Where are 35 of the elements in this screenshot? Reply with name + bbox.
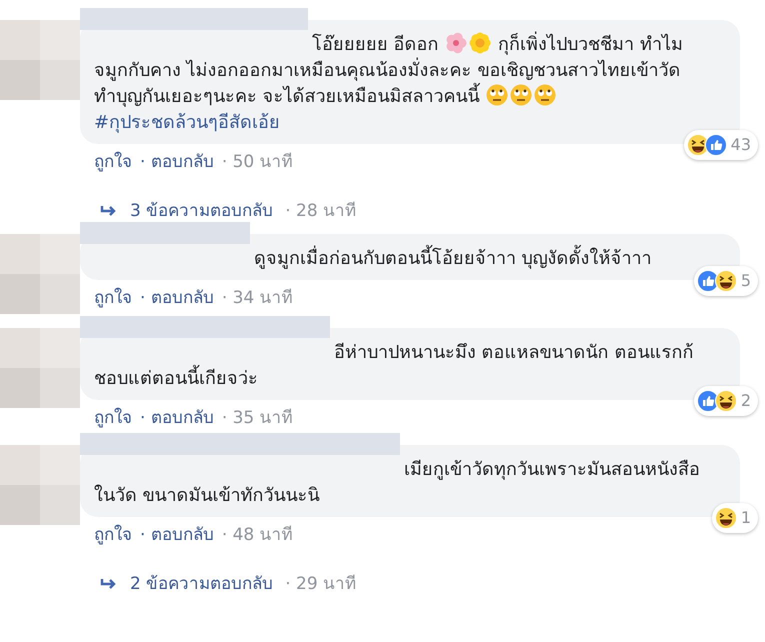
- hashtag-link[interactable]: #กุประชดล้วนๆอีสัดเอ้ย: [94, 112, 280, 133]
- comment-text: อีห่าบาปหนานะมึง ตอแหลขนาดนัก ตอนแรกก้ชอบแต่ตอนนี้เกียจว่ะ: [94, 342, 694, 388]
- laughing-face-icon: [714, 390, 737, 412]
- blossom-icon: [445, 32, 468, 54]
- eye-roll-face-icon: [486, 84, 508, 106]
- comment-time: · 48 นาที: [222, 524, 293, 547]
- reaction-count: 1: [740, 507, 752, 529]
- comment-time: · 34 นาที: [222, 286, 293, 310]
- comment-time: · 50 นาที: [222, 151, 293, 174]
- eye-roll-face-icon: [510, 84, 532, 106]
- reply-link[interactable]: · ตอบกลับ: [140, 523, 214, 548]
- replies-link[interactable]: 3 ข้อความตอบกลับ: [130, 198, 274, 224]
- reaction-count: 5: [740, 270, 752, 292]
- reaction-count: 2: [740, 390, 752, 412]
- like-reaction-icon: [704, 134, 727, 156]
- like-link[interactable]: ถูกใจ: [94, 406, 132, 431]
- reply-arrow-icon: [100, 204, 118, 218]
- reaction-count: 43: [730, 134, 752, 156]
- like-link[interactable]: ถูกใจ: [94, 150, 132, 176]
- laughing-face-icon: [714, 507, 737, 529]
- replies-link[interactable]: 2 ข้อความตอบกลับ: [130, 572, 274, 598]
- sunflower-icon: [469, 32, 492, 54]
- reply-time: · 29 นาที: [285, 572, 356, 596]
- reply-time: · 28 นาที: [285, 200, 356, 223]
- comment-text: เมียกูเข้าวัดทุกวันเพราะมันสอนหนังสือในวัด ขนาดมันเข้าทักวันนะนิ: [94, 459, 700, 506]
- like-link[interactable]: ถูกใจ: [94, 523, 132, 548]
- comment-time: · 35 นาที: [222, 406, 293, 430]
- comment-text: โอ๊ยยยยย อีดอก กุก็เพิ่งไปบวชชีมา ทำไมจมูกกับคาง ไม่งอกออกมาเหมือนคุณน้องมั่งละคะ ขอเชิญชวนสาวไทยเข้าวัดทำบุญกันเยอะๆนะคะ จะได้สวยเหมือนมิสลาวคนนี้ #กุประชดล้วนๆอีสัดเอ้ย: [94, 34, 683, 133]
- reply-arrow-icon: [100, 578, 118, 592]
- eye-roll-face-icon: [534, 84, 556, 106]
- like-link[interactable]: ถูกใจ: [94, 286, 132, 311]
- reply-link[interactable]: · ตอบกลับ: [140, 406, 214, 431]
- laughing-face-icon: [714, 270, 737, 292]
- reply-link[interactable]: · ตอบกลับ: [140, 150, 214, 176]
- reply-link[interactable]: · ตอบกลับ: [140, 286, 214, 311]
